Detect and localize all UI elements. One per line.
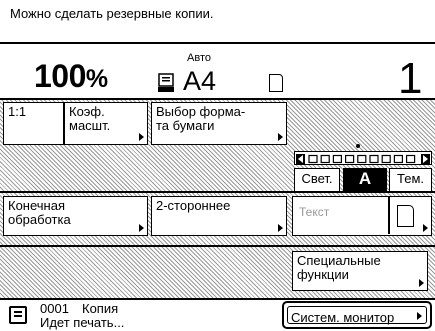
finishing-label-line1: Конечная — [8, 198, 66, 213]
original-type-label: Текст — [299, 205, 330, 219]
duplex-label: 2-стороннее — [156, 198, 231, 213]
job-kind: Копия — [82, 301, 119, 316]
copy-count: 1 — [398, 54, 423, 103]
document-icon — [397, 205, 414, 227]
message-bar: Можно сделать резервные копии. — [0, 0, 435, 44]
chevron-right-icon — [278, 133, 283, 141]
special-functions-button[interactable]: Специальные функции — [292, 251, 428, 291]
density-scale[interactable] — [294, 151, 432, 165]
original-type-button[interactable]: Текст — [292, 196, 432, 236]
density-auto-button[interactable]: A — [343, 168, 387, 192]
density-cell — [344, 154, 355, 164]
paper-size: A4 — [183, 66, 217, 96]
ratio-1-1-label: 1:1 — [8, 104, 27, 119]
density-cell — [369, 154, 379, 164]
density-cell — [320, 154, 330, 164]
status-message: Можно сделать резервные копии. — [10, 6, 214, 21]
original-orientation-icon — [269, 74, 283, 92]
system-monitor-label: Систем. монитор — [291, 310, 395, 325]
chevron-right-icon — [417, 312, 422, 320]
system-monitor-button[interactable]: Систем. монитор — [282, 301, 432, 329]
panel-divider — [0, 245, 435, 247]
chevron-right-icon — [419, 279, 424, 287]
special-label-line2: функции — [297, 267, 349, 282]
density-cell — [381, 154, 391, 164]
density-cell — [308, 154, 318, 164]
density-cell — [357, 154, 367, 164]
density-cell — [393, 154, 404, 164]
paper-select-label-line2: та бумаги — [156, 118, 215, 133]
zoom-label-line2: масшт. — [69, 118, 111, 133]
chevron-right-icon — [278, 224, 283, 232]
zoom-button[interactable]: Коэф. масшт. — [64, 102, 148, 145]
original-type-divider — [388, 197, 390, 234]
ratio-1-1-button[interactable]: 1:1 — [3, 102, 64, 145]
density-dark-button[interactable]: Тем. — [389, 168, 432, 192]
paper-mode-label: Авто — [187, 52, 211, 64]
special-label-line1: Специальные — [297, 253, 381, 268]
chevron-right-icon — [139, 133, 144, 141]
chevron-right-icon — [139, 224, 144, 232]
print-job-icon — [9, 306, 27, 324]
copy-ratio: 100% — [34, 58, 108, 95]
copy-ratio-unit: % — [85, 65, 108, 93]
job-status-text: Идет печать... — [40, 315, 125, 330]
zoom-label-line1: Коэф. — [69, 104, 105, 119]
finishing-label-line2: обработка — [8, 212, 71, 227]
density-cell — [405, 154, 416, 164]
finishing-button[interactable]: Конечная обработка — [3, 196, 148, 236]
job-number: 0001 — [40, 301, 69, 316]
paper-select-label-line1: Выбор форма- — [156, 104, 246, 119]
chevron-right-icon — [423, 224, 428, 232]
density-cell — [332, 154, 343, 164]
paper-select-button[interactable]: Выбор форма- та бумаги — [151, 102, 287, 145]
copy-ratio-value: 100 — [34, 58, 86, 94]
density-light-button[interactable]: Свет. — [294, 168, 340, 192]
paper-drawer-icon — [158, 73, 174, 92]
duplex-button[interactable]: 2-стороннее — [151, 196, 287, 236]
system-monitor-button-face: Систем. монитор — [287, 306, 427, 325]
density-scale-icon — [296, 154, 430, 164]
density-center-marker — [356, 144, 360, 148]
